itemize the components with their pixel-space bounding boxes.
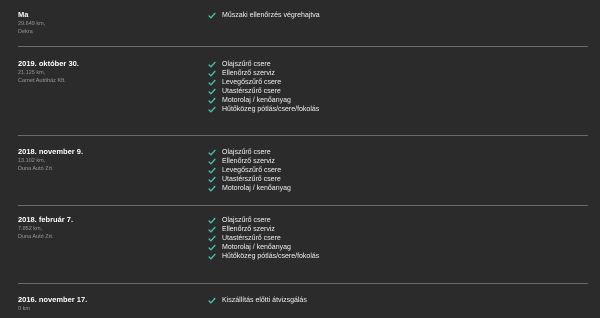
service-item: Ellenőrző szerviz [208, 225, 319, 234]
service-label: Utastérszűrő csere [222, 235, 281, 242]
entry-info: 2016. november 17. 0 km [18, 295, 188, 313]
service-item: Műszaki ellenőrzés végrehajtva [208, 11, 320, 20]
check-icon [208, 87, 222, 96]
check-icon [208, 243, 222, 252]
divider [18, 46, 588, 47]
entry-date: Ma [18, 10, 29, 19]
entry-mileage: 7.852 km, [18, 226, 43, 232]
service-label: Levegőszűrő csere [222, 167, 282, 174]
service-item: Levegőszűrő csere [208, 78, 319, 87]
check-icon [208, 11, 222, 20]
check-icon [208, 225, 222, 234]
service-item: Utastérszűrő csere [208, 87, 319, 96]
divider [18, 205, 588, 206]
check-icon [208, 157, 222, 166]
service-label: Műszaki ellenőrzés végrehajtva [222, 12, 320, 19]
service-label: Utastérszűrő csere [222, 88, 281, 95]
service-item: Ellenőrző szerviz [208, 157, 291, 166]
service-label: Ellenőrző szerviz [222, 70, 275, 77]
check-icon [208, 184, 222, 193]
check-icon [208, 60, 222, 69]
service-label: Hűtőközeg pótlás/csere/fokolás [222, 253, 320, 260]
service-label: Olajszűrő csere [222, 149, 271, 156]
entry-date: 2016. november 17. [18, 295, 88, 304]
service-item: Ellenőrző szerviz [208, 69, 319, 78]
entry-mileage: 0 km [18, 306, 30, 312]
service-item: Motorolaj / kenőanyag [208, 243, 319, 252]
entry-info: 2018. február 7. 7.852 km, Duna Autó Zrt… [18, 215, 188, 241]
service-label: Motorolaj / kenőanyag [222, 244, 291, 251]
check-icon [208, 148, 222, 157]
service-label: Hűtőközeg pótlás/csere/fokolás [222, 106, 320, 113]
service-item: Utastérszűrő csere [208, 175, 291, 184]
check-icon [208, 69, 222, 78]
service-item: Motorolaj / kenőanyag [208, 184, 291, 193]
check-icon [208, 252, 222, 261]
entry-info: 2018. november 9. 13.102 km, Duna Autó Z… [18, 147, 188, 173]
service-label: Olajszűrő csere [222, 61, 271, 68]
service-item: Olajszűrő csere [208, 60, 319, 69]
service-item: Utastérszűrő csere [208, 234, 319, 243]
divider [18, 283, 588, 284]
check-icon [208, 216, 222, 225]
entry-date: 2018. november 9. [18, 147, 84, 156]
service-list: Olajszűrő csere Ellenőrző szerviz Levegő… [208, 148, 291, 193]
check-icon [208, 234, 222, 243]
service-item: Hűtőközeg pótlás/csere/fokolás [208, 252, 319, 261]
entry-mileage: 29.649 km, [18, 21, 46, 27]
check-icon [208, 105, 222, 114]
service-label: Kiszállítás előtti átvizsgálás [222, 297, 307, 304]
service-item: Olajszűrő csere [208, 216, 319, 225]
service-list: Olajszűrő csere Ellenőrző szerviz Utasté… [208, 216, 319, 261]
service-item: Kiszállítás előtti átvizsgálás [208, 296, 307, 305]
service-label: Olajszűrő csere [222, 217, 271, 224]
entry-workshop: Duna Autó Zrt. [18, 166, 54, 172]
entry-info: Ma 29.649 km, Dekra [18, 10, 188, 36]
entry-mileage: 13.102 km, [18, 158, 46, 164]
check-icon [208, 166, 222, 175]
entry-workshop: Duna Autó Zrt. [18, 234, 54, 240]
divider [18, 135, 588, 136]
service-item: Hűtőközeg pótlás/csere/fokolás [208, 105, 319, 114]
check-icon [208, 175, 222, 184]
service-list: Olajszűrő csere Ellenőrző szerviz Levegő… [208, 60, 319, 114]
entry-date: 2018. február 7. [18, 215, 74, 224]
check-icon [208, 96, 222, 105]
check-icon [208, 296, 222, 305]
service-list: Kiszállítás előtti átvizsgálás [208, 296, 307, 305]
service-label: Levegőszűrő csere [222, 79, 282, 86]
service-label: Ellenőrző szerviz [222, 226, 275, 233]
service-label: Motorolaj / kenőanyag [222, 97, 291, 104]
service-label: Utastérszűrő csere [222, 176, 281, 183]
service-history: Ma 29.649 km, Dekra Műszaki ellenőrzés v… [0, 0, 600, 318]
service-label: Ellenőrző szerviz [222, 158, 275, 165]
entry-info: 2019. október 30. 21.125 km, Carnet Autó… [18, 59, 188, 85]
entry-workshop: Dekra [18, 29, 33, 35]
service-item: Olajszűrő csere [208, 148, 291, 157]
service-item: Motorolaj / kenőanyag [208, 96, 319, 105]
entry-mileage: 21.125 km, [18, 70, 46, 76]
service-label: Motorolaj / kenőanyag [222, 185, 291, 192]
entry-workshop: Carnet Autóház Kft. [18, 78, 66, 84]
service-item: Levegőszűrő csere [208, 166, 291, 175]
entry-date: 2019. október 30. [18, 59, 79, 68]
check-icon [208, 78, 222, 87]
service-list: Műszaki ellenőrzés végrehajtva [208, 11, 320, 20]
